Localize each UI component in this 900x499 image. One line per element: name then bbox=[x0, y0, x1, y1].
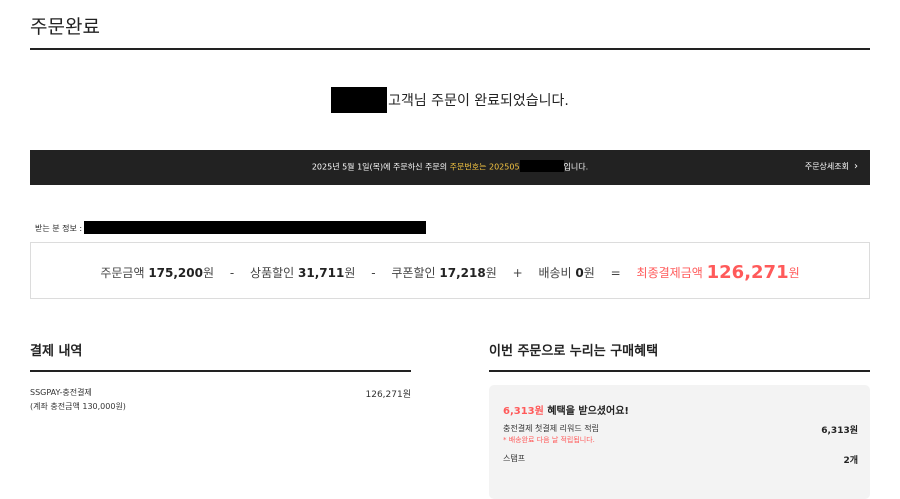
benefits-divider bbox=[489, 370, 870, 372]
payment-divider bbox=[30, 370, 411, 372]
equals-operator: = bbox=[610, 266, 621, 280]
payment-summary-row: 주문금액 175,200원 - 상품할인 31,711원 - 쿠폰할인 17,2… bbox=[31, 261, 869, 283]
payment-history-title: 결제 내역 bbox=[30, 344, 83, 359]
order-complete-headline: 고객님 주문이 완료되었습니다. bbox=[0, 87, 900, 114]
benefits-title: 이번 주문으로 누리는 구매혜택 bbox=[489, 344, 659, 359]
redacted-customer-name bbox=[331, 87, 388, 113]
order-amount-unit: 원 bbox=[202, 266, 215, 280]
shipping-unit: 원 bbox=[583, 266, 595, 280]
coupon-discount-value: 17,218 bbox=[439, 266, 486, 280]
benefit-total-amount: 6,313원 bbox=[503, 406, 544, 417]
recipient-label: 받는 분 정보 : bbox=[35, 224, 83, 233]
redacted-order-number bbox=[519, 160, 564, 172]
final-amount-label: 최종결제금액 bbox=[636, 266, 703, 280]
redacted-recipient-info bbox=[84, 221, 427, 234]
order-number-label: 주문번호는 20250 bbox=[449, 162, 515, 172]
payment-summary-box: 주문금액 175,200원 - 상품할인 31,711원 - 쿠폰할인 17,2… bbox=[30, 242, 870, 299]
benefits-headline: 6,313원 혜택을 받으셨어요! bbox=[503, 402, 629, 417]
coupon-discount-unit: 원 bbox=[485, 266, 497, 280]
title-divider bbox=[30, 48, 870, 50]
order-amount-value: 175,200 bbox=[148, 266, 203, 280]
plus-operator: + bbox=[512, 266, 523, 280]
order-amount-label: 주문금액 bbox=[100, 266, 145, 280]
order-date-text: 2025년 5월 1일(목)에 주문하신 주문의 bbox=[311, 162, 450, 172]
benefits-box: 6,313원 혜택을 받으셨어요! 충전결제 첫결제 리워드 적립 * 배송완료… bbox=[489, 385, 870, 499]
payment-method-detail: (계좌 충전금액 130,000원) bbox=[30, 402, 126, 411]
order-info-suffix: 입니다. bbox=[563, 162, 589, 172]
product-discount-label: 상품할인 bbox=[250, 266, 295, 280]
minus-operator: - bbox=[371, 266, 376, 280]
benefit-headline-text: 혜택을 받으셨어요! bbox=[543, 406, 629, 417]
payment-method: SSGPAY-충전결제 bbox=[30, 388, 92, 397]
order-info-bar: 2025년 5월 1일(목)에 주문하신 주문의 주문번호는 202505 입니다… bbox=[30, 150, 870, 185]
chevron-right-icon: › bbox=[854, 161, 858, 172]
final-amount-value: 126,271 bbox=[706, 262, 789, 283]
order-detail-label: 주문상세조회 bbox=[804, 162, 849, 171]
coupon-discount-label: 쿠폰할인 bbox=[391, 266, 436, 280]
final-amount-unit: 원 bbox=[788, 266, 800, 280]
recipient-info: 받는 분 정보 : bbox=[35, 221, 427, 235]
order-info-message: 2025년 5월 1일(목)에 주문하신 주문의 주문번호는 202505 입니다… bbox=[30, 160, 870, 173]
shipping-label: 배송비 bbox=[538, 266, 572, 280]
order-detail-link[interactable]: 주문상세조회 › bbox=[805, 161, 858, 172]
stamp-label: 스탬프 bbox=[503, 454, 526, 463]
reward-note: * 배송완료 다음 날 적립됩니다. bbox=[503, 436, 595, 444]
payment-amount: 126,271원 bbox=[365, 390, 412, 400]
product-discount-value: 31,711 bbox=[298, 266, 345, 280]
reward-value: 6,313원 bbox=[821, 426, 858, 436]
headline-text: 고객님 주문이 완료되었습니다. bbox=[388, 93, 569, 109]
minus-operator: - bbox=[229, 266, 235, 280]
shipping-value: 0 bbox=[575, 266, 584, 280]
page-title: 주문완료 bbox=[30, 16, 100, 38]
reward-label: 충전결제 첫결제 리워드 적립 bbox=[503, 424, 599, 433]
stamp-value: 2개 bbox=[843, 456, 858, 466]
product-discount-unit: 원 bbox=[344, 266, 356, 280]
